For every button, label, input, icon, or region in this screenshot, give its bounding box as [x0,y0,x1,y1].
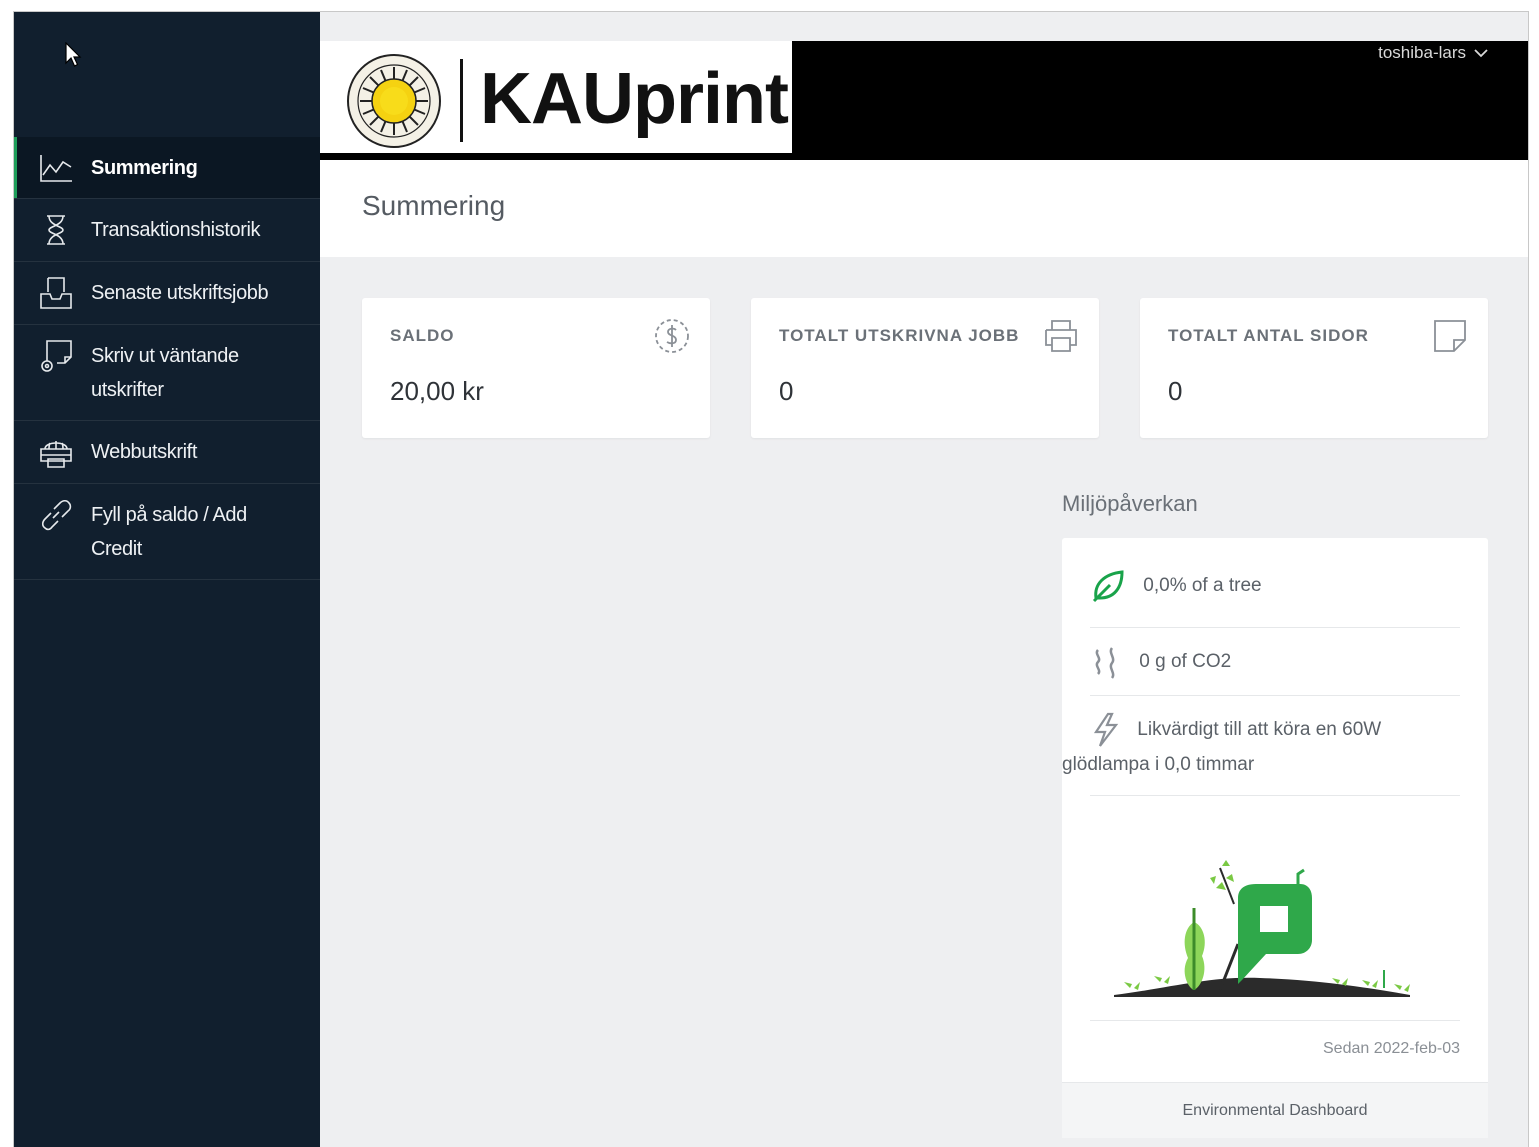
co2-value: 0 g of CO2 [1139,651,1232,673]
sidebar-nav: Summering Transaktionshistorik Senaste u… [14,137,320,580]
kauprint-logo[interactable]: KAUprint [320,41,792,153]
sidebar-item-transaktionshistorik[interactable]: Transaktionshistorik [14,199,320,262]
since-date: Sedan 2022-feb-03 [1323,1040,1460,1057]
card-label: SALDO [390,326,455,345]
sidebar-item-webbutskrift[interactable]: Webbutskrift [14,421,320,484]
environmental-dashboard-link[interactable]: Environmental Dashboard [1062,1082,1488,1138]
university-seal-icon [347,54,441,148]
sidebar-item-label: Summering [91,157,198,179]
total-jobs-value: 0 [779,376,794,406]
page-icon [1432,318,1468,359]
sidebar-item-label: Transaktionshistorik [91,219,261,241]
app-window: Summering Transaktionshistorik Senaste u… [13,11,1529,1147]
top-header: KAUprint toshiba-lars [320,41,1528,160]
energy-line2: glödlampa i 0,0 timmar [1062,754,1255,775]
energy-line1: Likvärdigt till att köra en 60W [1137,719,1382,741]
logo-divider [460,59,463,142]
username-label: toshiba-lars [1378,43,1466,62]
card-label: TOTALT ANTAL SIDOR [1168,326,1369,345]
sidebar-item-fyll-pa-saldo[interactable]: Fyll på saldo / Add Credit [14,484,320,580]
balance-value: 20,00 kr [390,376,484,406]
co2-row: 0 g of CO2 [1090,628,1460,696]
sidebar-item-label: Fyll på saldo / Add [91,504,247,526]
sidebar-item-summering[interactable]: Summering [14,137,320,199]
inbox-tray-icon [39,276,73,310]
divider [1090,1020,1460,1021]
user-menu[interactable]: toshiba-lars [1378,43,1488,63]
link-icon [39,498,73,532]
energy-row: Likvärdigt till att köra en 60W glödlamp… [1062,696,1460,796]
tree-row: 0,0% of a tree [1090,568,1460,628]
sidebar-item-senaste-utskriftsjobb[interactable]: Senaste utskriftsjobb [14,262,320,325]
total-jobs-card: TOTALT UTSKRIVNA JOBB 0 [751,298,1099,438]
sidebar: Summering Transaktionshistorik Senaste u… [14,12,320,1147]
card-label: TOTALT UTSKRIVNA JOBB [779,326,1020,345]
smoke-icon [1095,647,1115,679]
sidebar-item-skriv-ut-vantande[interactable]: Skriv ut väntande utskrifter [14,325,320,421]
page-title: Summering [362,190,506,221]
release-print-icon [39,339,73,373]
sidebar-item-label-line2: utskrifter [91,379,164,401]
sidebar-item-label: Webbutskrift [91,441,197,463]
hourglass-icon [39,213,73,247]
web-print-icon [39,435,73,469]
tree-value: 0,0% of a tree [1143,575,1262,597]
sidebar-item-label-line2: Credit [91,538,142,560]
mouse-cursor-icon [65,42,82,67]
sidebar-item-label: Skriv ut väntande [91,345,239,367]
sidebar-item-label: Senaste utskriftsjobb [91,282,269,304]
total-pages-value: 0 [1168,376,1183,406]
dollar-coin-icon [654,318,690,359]
total-pages-card: TOTALT ANTAL SIDOR 0 [1140,298,1488,438]
environment-panel: 0,0% of a tree 0 g of CO2 Likvärdigt til… [1062,538,1488,1138]
page-title-bar: Summering [320,160,1528,257]
environment-heading: Miljöpåverkan [1062,491,1198,516]
leaf-icon [1092,570,1124,603]
environment-illustration [1114,860,1410,997]
chart-line-icon [39,151,73,185]
balance-card: SALDO 20,00 kr [362,298,710,438]
printer-icon [1043,318,1079,359]
logo-text: KAUprint [480,59,789,139]
chevron-down-icon [1474,49,1488,58]
lightning-icon [1093,712,1119,747]
